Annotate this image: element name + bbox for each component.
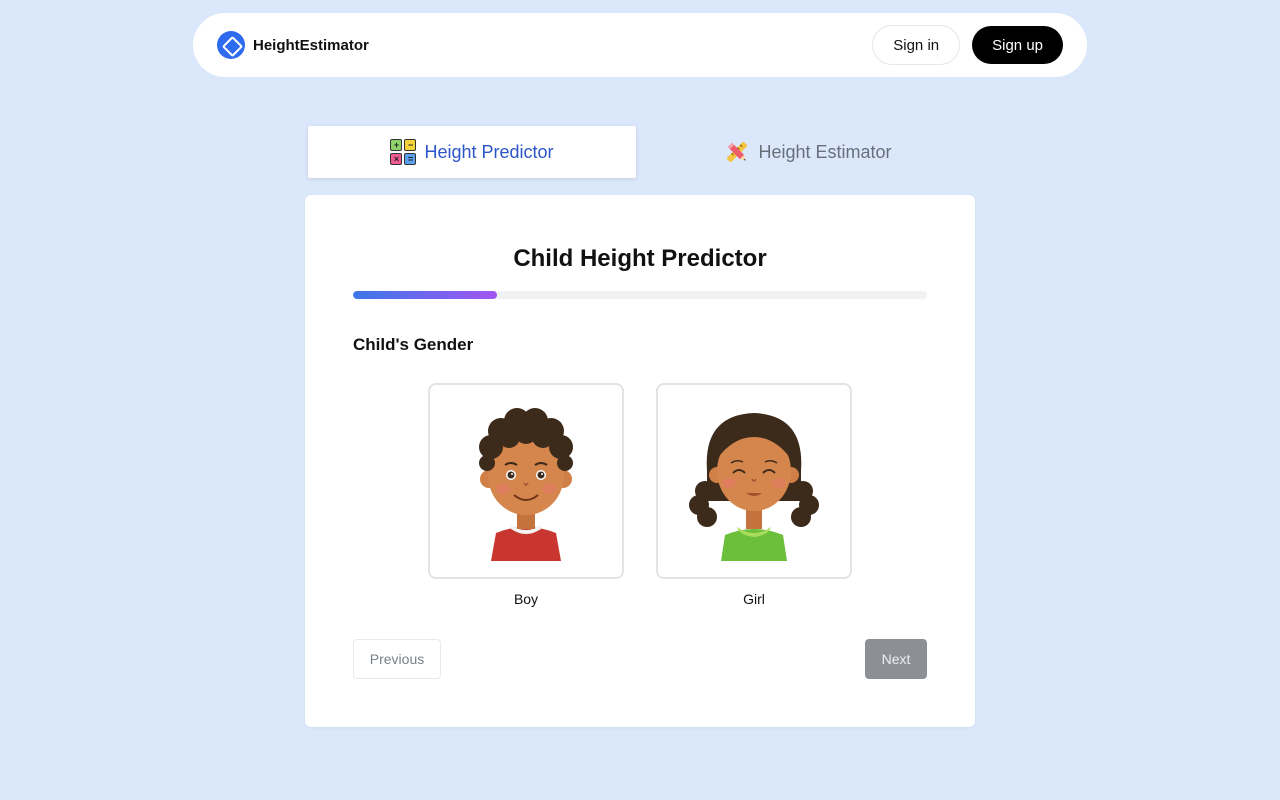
progress-fill: [353, 291, 497, 299]
sign-up-button[interactable]: Sign up: [972, 26, 1063, 64]
gender-section-label: Child's Gender: [353, 335, 474, 354]
gender-options: Boy Girl: [428, 383, 852, 607]
previous-button[interactable]: Previous: [353, 639, 441, 679]
brand-name: HeightEstimator: [253, 36, 369, 54]
sign-in-button[interactable]: Sign in: [872, 25, 961, 65]
next-button[interactable]: Next: [865, 639, 927, 679]
top-navbar: HeightEstimator Sign in Sign up: [193, 13, 1087, 77]
card-title: Child Height Predictor: [513, 245, 767, 272]
progress-bar: [353, 291, 927, 299]
boy-avatar-icon: [479, 408, 573, 561]
tab-label: Height Predictor: [424, 141, 554, 162]
nav-actions: Sign in Sign up: [872, 25, 1063, 65]
option-card[interactable]: [656, 383, 852, 579]
predictor-card: Child Height Predictor Child's Gender Bo…: [305, 195, 975, 727]
tab-height-estimator[interactable]: Height Estimator: [644, 126, 972, 178]
girl-avatar-icon: [689, 413, 819, 561]
gender-option-boy[interactable]: Boy: [428, 383, 624, 607]
diamond-logo-icon: [217, 31, 245, 59]
calculator-icon: + − × =: [390, 139, 417, 165]
option-label: Girl: [743, 591, 765, 607]
tab-label: Height Estimator: [758, 141, 892, 162]
brand[interactable]: HeightEstimator: [217, 31, 369, 59]
option-card[interactable]: [428, 383, 624, 579]
tab-height-predictor[interactable]: + − × = Height Predictor: [308, 126, 636, 178]
gender-option-girl[interactable]: Girl: [656, 383, 852, 607]
option-label: Boy: [513, 591, 539, 607]
tool-tabs: + − × = Height Predictor Height Estimato…: [308, 126, 972, 178]
pencil-ruler-icon: [727, 141, 748, 163]
